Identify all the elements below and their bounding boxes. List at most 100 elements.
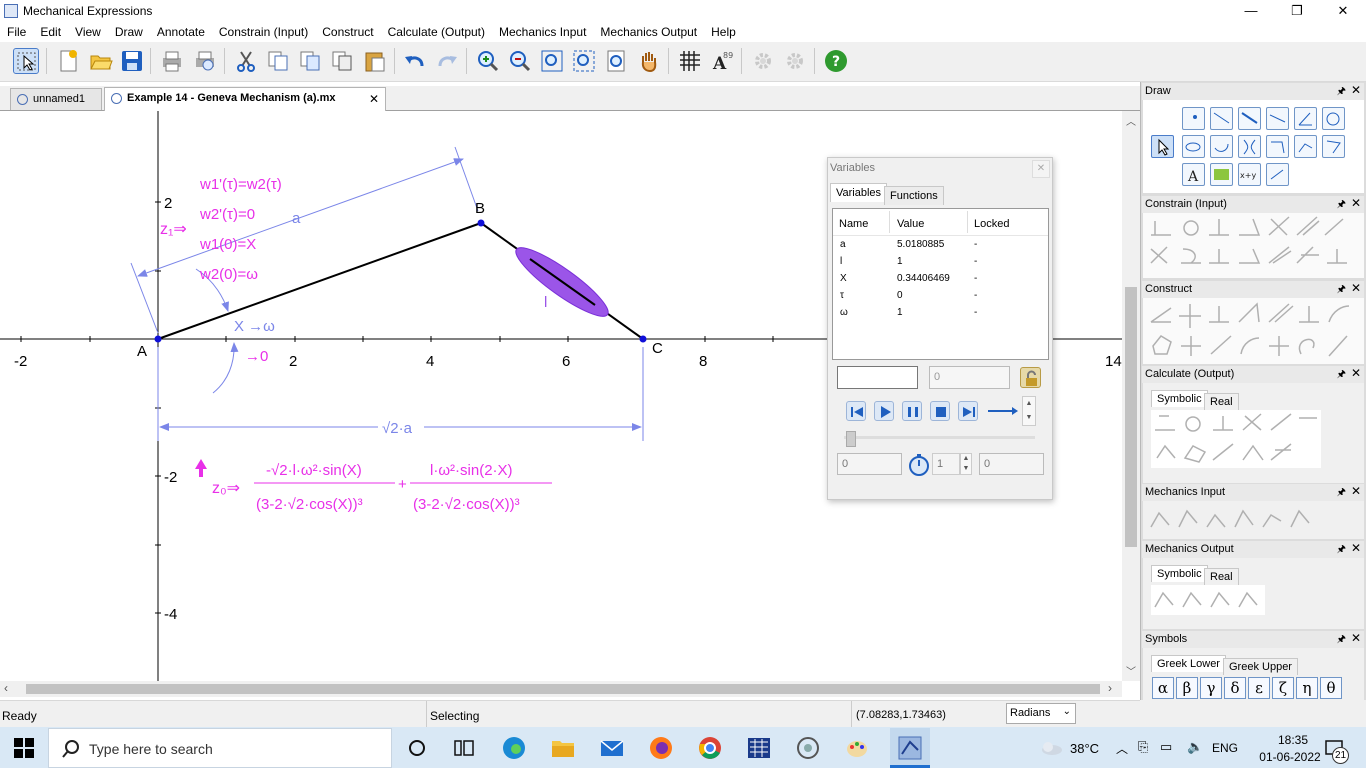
menu-help[interactable]: Help bbox=[704, 22, 743, 42]
table-row[interactable]: l 1 - bbox=[833, 254, 1048, 271]
print-preview-button[interactable] bbox=[192, 48, 218, 74]
scroll-right-icon[interactable]: › bbox=[1108, 681, 1112, 695]
zoom-in-button[interactable] bbox=[475, 48, 501, 74]
firefox-icon[interactable] bbox=[649, 736, 673, 760]
symbol-theta[interactable]: θ bbox=[1320, 677, 1342, 699]
pin-icon[interactable]: 🖈 bbox=[1337, 542, 1346, 559]
grid-app-icon[interactable] bbox=[747, 736, 771, 760]
pin-icon[interactable]: 🖈 bbox=[1337, 282, 1346, 299]
tab-symbolic[interactable]: Symbolic bbox=[1151, 565, 1208, 582]
menu-annotate[interactable]: Annotate bbox=[150, 22, 212, 42]
draw-segment-tool[interactable] bbox=[1238, 107, 1261, 130]
draw-polyline-tool[interactable] bbox=[1322, 135, 1345, 158]
language-indicator[interactable]: ENG bbox=[1212, 741, 1238, 755]
tab-greek-upper[interactable]: Greek Upper bbox=[1223, 658, 1298, 675]
menu-construct[interactable]: Construct bbox=[315, 22, 380, 42]
save-button[interactable] bbox=[119, 48, 145, 74]
variable-value-input[interactable] bbox=[837, 366, 918, 389]
grid-button[interactable] bbox=[677, 48, 703, 74]
scroll-up-icon[interactable]: ︿ bbox=[1126, 113, 1136, 128]
symbol-alpha[interactable]: α bbox=[1152, 677, 1174, 699]
pin-icon[interactable]: 🖈 bbox=[1337, 632, 1346, 649]
units-select[interactable]: Radians ⌄ bbox=[1006, 703, 1076, 724]
taskbar-search-box[interactable]: Type here to search bbox=[48, 728, 392, 768]
close-panel-icon[interactable]: ✕ bbox=[1351, 631, 1361, 645]
zoom-fit-button[interactable] bbox=[571, 48, 597, 74]
windows-start-icon[interactable] bbox=[14, 738, 34, 761]
variable-secondary-input[interactable]: 0 bbox=[929, 366, 1010, 389]
task-view-icon[interactable] bbox=[452, 736, 476, 763]
draw-function-tool[interactable] bbox=[1294, 135, 1317, 158]
select-tool-button[interactable] bbox=[13, 48, 39, 74]
volume-icon[interactable]: 🔈 bbox=[1187, 739, 1203, 755]
sim-step-input[interactable]: 1 bbox=[932, 453, 960, 475]
chrome-icon[interactable] bbox=[698, 736, 722, 760]
settings-gear-button[interactable] bbox=[750, 48, 776, 74]
draw-circle-tool[interactable] bbox=[1322, 107, 1345, 130]
close-panel-icon[interactable]: ✕ bbox=[1351, 196, 1361, 210]
cut-button[interactable] bbox=[233, 48, 259, 74]
speed-spinner[interactable]: ▲ ▼ bbox=[1022, 396, 1036, 426]
direction-arrow-icon[interactable] bbox=[986, 403, 1020, 422]
edge-icon[interactable] bbox=[502, 736, 526, 760]
mail-icon[interactable] bbox=[600, 736, 624, 760]
text-format-button[interactable]: A 89 bbox=[709, 48, 735, 74]
new-file-button[interactable] bbox=[55, 48, 81, 74]
table-row[interactable]: a 5.0180885 - bbox=[833, 237, 1048, 254]
pin-icon[interactable]: 🖈 bbox=[1337, 485, 1346, 502]
symbol-gamma[interactable]: γ bbox=[1200, 677, 1222, 699]
close-window-button[interactable]: ✕ bbox=[1320, 0, 1366, 22]
clock-date[interactable]: 01-06-2022 bbox=[1258, 750, 1322, 764]
open-file-button[interactable] bbox=[88, 48, 114, 74]
point-b[interactable] bbox=[477, 219, 485, 227]
menu-edit[interactable]: Edit bbox=[33, 22, 68, 42]
zoom-window-button[interactable] bbox=[539, 48, 565, 74]
vertical-scrollbar[interactable]: ︿ ﹀ bbox=[1122, 111, 1140, 681]
pin-icon[interactable]: 🖈 bbox=[1337, 84, 1346, 101]
menu-file[interactable]: File bbox=[0, 22, 33, 42]
draw-line-tool[interactable] bbox=[1210, 107, 1233, 130]
zoom-out-button[interactable] bbox=[507, 48, 533, 74]
tab-functions[interactable]: Functions bbox=[884, 186, 944, 205]
symbol-epsilon[interactable]: ε bbox=[1248, 677, 1270, 699]
symbol-eta[interactable]: η bbox=[1296, 677, 1318, 699]
taskbar-active-app[interactable] bbox=[890, 728, 930, 768]
symbol-zeta[interactable]: ζ bbox=[1272, 677, 1294, 699]
select-arrow-tool[interactable] bbox=[1151, 135, 1174, 158]
time-slider-thumb[interactable] bbox=[846, 431, 856, 447]
draw-expression-tool[interactable]: x+y bbox=[1238, 163, 1261, 186]
tab-real[interactable]: Real bbox=[1204, 393, 1239, 410]
help-button[interactable]: ? bbox=[823, 48, 849, 74]
scroll-down-icon[interactable]: ﹀ bbox=[1126, 663, 1136, 678]
table-row[interactable]: τ 0 - bbox=[833, 288, 1048, 305]
copy-button[interactable] bbox=[265, 48, 291, 74]
menu-draw[interactable]: Draw bbox=[108, 22, 150, 42]
menu-calculate[interactable]: Calculate (Output) bbox=[381, 22, 492, 42]
tab-unnamed1[interactable]: unnamed1 bbox=[10, 88, 102, 110]
skip-forward-icon[interactable] bbox=[958, 401, 978, 421]
menu-mechanics-input[interactable]: Mechanics Input bbox=[492, 22, 593, 42]
stopwatch-icon[interactable] bbox=[907, 453, 931, 477]
draw-annotation-tool[interactable] bbox=[1266, 163, 1289, 186]
scroll-left-icon[interactable]: ‹ bbox=[4, 681, 8, 695]
draw-hyperbola-tool[interactable] bbox=[1238, 135, 1261, 158]
pause-icon[interactable] bbox=[902, 401, 922, 421]
play-icon[interactable] bbox=[874, 401, 894, 421]
pan-hand-button[interactable] bbox=[636, 48, 662, 74]
symbol-delta[interactable]: δ bbox=[1224, 677, 1246, 699]
paste-button[interactable] bbox=[362, 48, 388, 74]
tab-variables[interactable]: Variables bbox=[830, 183, 888, 202]
pin-icon[interactable]: 🖈 bbox=[1337, 367, 1346, 384]
copy-special-button[interactable] bbox=[329, 48, 355, 74]
tab-symbolic[interactable]: Symbolic bbox=[1151, 390, 1208, 407]
paint-icon[interactable] bbox=[845, 736, 869, 760]
lock-icon[interactable] bbox=[1020, 367, 1041, 388]
draw-ray-tool[interactable] bbox=[1266, 107, 1289, 130]
tray-chevron-icon[interactable]: ︿ bbox=[1116, 740, 1128, 757]
skip-back-icon[interactable] bbox=[846, 401, 866, 421]
tray-device-icon[interactable]: ⎘ bbox=[1138, 739, 1148, 755]
weather-icon[interactable] bbox=[1040, 740, 1064, 759]
draw-angle-tool[interactable] bbox=[1294, 107, 1317, 130]
menu-mechanics-output[interactable]: Mechanics Output bbox=[593, 22, 704, 42]
draw-point-tool[interactable] bbox=[1182, 107, 1205, 130]
